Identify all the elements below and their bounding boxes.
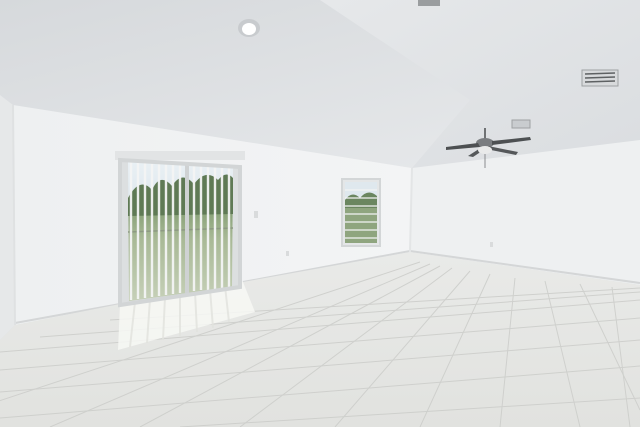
sliding-glass-door [115, 151, 245, 308]
recessed-light [238, 19, 260, 37]
room-photo [0, 0, 640, 427]
air-vent [581, 69, 619, 87]
wall-outlet [490, 242, 493, 247]
small-vent [511, 119, 531, 129]
light-switch [254, 211, 258, 218]
wall-outlet [286, 251, 289, 256]
window [341, 178, 381, 247]
ceiling-vent [418, 0, 440, 6]
